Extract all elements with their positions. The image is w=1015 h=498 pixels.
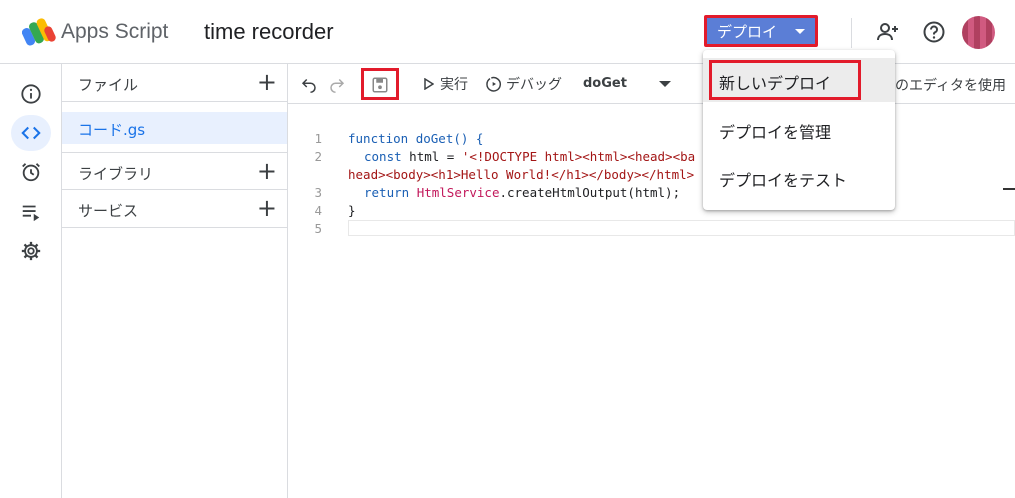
code-text: html = bbox=[401, 149, 462, 164]
menu-item-test-deploy[interactable]: デプロイをテスト bbox=[703, 155, 895, 199]
avatar[interactable] bbox=[962, 16, 995, 49]
menu-item-new-deploy[interactable]: 新しいデプロイ bbox=[703, 58, 895, 102]
line-number: 1 bbox=[314, 131, 322, 146]
code-keyword: const bbox=[364, 149, 402, 164]
libraries-label: ライブラリ bbox=[78, 165, 154, 183]
deploy-menu: 新しいデプロイ デプロイを管理 デプロイをテスト bbox=[703, 50, 895, 210]
line-number: 3 bbox=[314, 185, 322, 200]
services-section-header: サービス + bbox=[62, 190, 287, 228]
files-panel: ファイル + コード.gs ライブラリ + サービス + bbox=[62, 64, 288, 498]
undo-icon[interactable] bbox=[300, 75, 318, 93]
code-line-4: } bbox=[348, 203, 356, 218]
project-title[interactable]: time recorder bbox=[204, 19, 334, 45]
code-text: .createHtmlOutput(html); bbox=[499, 185, 681, 200]
product-name[interactable]: Apps Script bbox=[61, 20, 168, 44]
line-number: 5 bbox=[314, 221, 322, 236]
debug-button[interactable]: デバッグ bbox=[506, 74, 562, 94]
settings-icon[interactable] bbox=[11, 233, 51, 269]
add-person-icon[interactable] bbox=[876, 20, 900, 44]
code-class: HtmlService bbox=[416, 185, 500, 200]
editor-notice-text: のエディタを使用 bbox=[895, 78, 1007, 94]
code-line-3: return HtmlService.createHtmlOutput(html… bbox=[364, 185, 680, 200]
code-string: '<!DOCTYPE html><html><head><ba bbox=[461, 149, 696, 164]
menu-item-label: デプロイを管理 bbox=[719, 123, 832, 142]
file-item-code-gs[interactable]: コード.gs bbox=[62, 112, 287, 144]
overview-ruler-mark bbox=[1003, 188, 1015, 190]
line-number: 2 bbox=[314, 149, 322, 164]
file-name: コード.gs bbox=[78, 121, 146, 139]
apps-script-logo[interactable] bbox=[22, 16, 56, 48]
menu-item-label: デプロイをテスト bbox=[719, 171, 848, 190]
add-service-plus-icon[interactable]: + bbox=[257, 196, 277, 220]
menu-item-label: 新しいデプロイ bbox=[719, 74, 832, 93]
function-dropdown-icon[interactable] bbox=[659, 81, 671, 87]
debug-icon[interactable] bbox=[486, 76, 502, 92]
libraries-section-header: ライブラリ + bbox=[62, 152, 287, 190]
run-icon[interactable] bbox=[424, 78, 434, 90]
deploy-button-label: デプロイ bbox=[717, 22, 778, 41]
alarm-icon[interactable] bbox=[11, 154, 51, 190]
run-button[interactable]: 実行 bbox=[440, 74, 468, 94]
files-label: ファイル bbox=[78, 76, 139, 94]
chevron-down-icon bbox=[795, 29, 805, 34]
code-keyword: return bbox=[364, 185, 410, 200]
save-icon bbox=[372, 77, 388, 93]
code-line-2: const html = '<!DOCTYPE html><html><head… bbox=[364, 149, 695, 164]
left-rail bbox=[0, 64, 62, 498]
function-select[interactable]: doGet bbox=[583, 76, 627, 91]
save-button[interactable] bbox=[361, 68, 399, 100]
executions-icon[interactable] bbox=[11, 194, 51, 230]
add-library-plus-icon[interactable]: + bbox=[257, 159, 277, 183]
menu-item-manage-deploy[interactable]: デプロイを管理 bbox=[703, 107, 895, 151]
help-icon[interactable] bbox=[922, 20, 946, 44]
info-icon[interactable] bbox=[11, 76, 51, 112]
divider bbox=[851, 18, 852, 48]
redo-icon[interactable] bbox=[328, 75, 346, 93]
current-line-highlight bbox=[348, 220, 1015, 236]
code-icon[interactable] bbox=[11, 115, 51, 151]
deploy-button[interactable]: デプロイ bbox=[704, 15, 818, 47]
code-line-2-wrap: head><body><h1>Hello World!</h1></body><… bbox=[348, 167, 695, 182]
add-file-plus-icon[interactable]: + bbox=[257, 70, 277, 94]
code-editor[interactable]: 1 2 3 4 5 function doGet() { const html … bbox=[288, 104, 1015, 498]
code-line-1: function doGet() { bbox=[348, 131, 484, 146]
services-label: サービス bbox=[78, 202, 139, 220]
line-number: 4 bbox=[314, 203, 322, 218]
files-section-header: ファイル + bbox=[62, 64, 287, 102]
